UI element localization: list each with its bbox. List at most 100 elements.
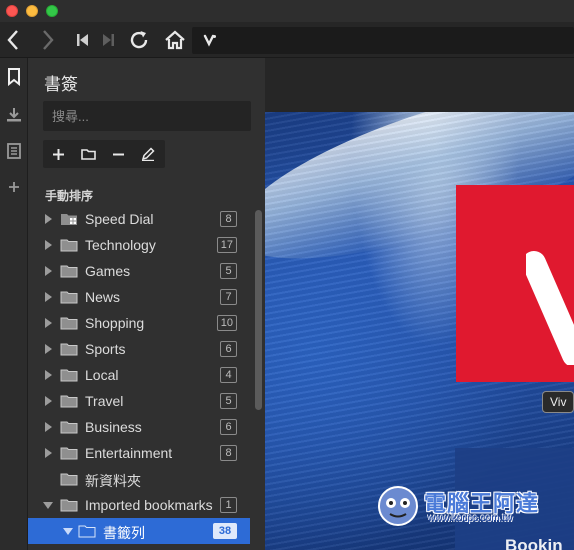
bookmark-folder-label: Imported bookmarks bbox=[85, 497, 213, 513]
expand-arrow-down-icon[interactable] bbox=[43, 502, 53, 509]
expand-arrow-right-icon[interactable] bbox=[45, 448, 52, 458]
folder-icon bbox=[60, 342, 78, 361]
bookmark-folder-row[interactable]: News 7 bbox=[28, 284, 250, 310]
minimize-window-button[interactable] bbox=[26, 5, 38, 17]
sort-mode-label[interactable]: 手動排序 bbox=[45, 187, 93, 204]
folder-icon bbox=[60, 394, 78, 413]
reload-icon bbox=[130, 31, 148, 49]
speed-dial-folder-icon bbox=[60, 212, 78, 231]
bookmark-folder-row[interactable]: Sports 6 bbox=[28, 336, 250, 362]
bookmark-folder-row[interactable]: Shopping 10 bbox=[28, 310, 250, 336]
new-folder-button[interactable] bbox=[73, 140, 103, 168]
address-bar[interactable] bbox=[192, 27, 574, 54]
folder-icon bbox=[60, 316, 78, 335]
folder-icon bbox=[60, 290, 78, 309]
expand-arrow-right-icon[interactable] bbox=[45, 266, 52, 276]
bookmark-folder-row[interactable]: Travel 5 bbox=[28, 388, 250, 414]
site-watermark: 電腦王阿達 www.kocpc.com.tw bbox=[372, 480, 542, 530]
bookmark-actions bbox=[43, 140, 165, 168]
add-bookmark-button[interactable] bbox=[43, 140, 73, 168]
notes-icon bbox=[7, 143, 21, 159]
mascot-logo-icon bbox=[378, 486, 418, 526]
bookmark-folder-label: Shopping bbox=[85, 315, 145, 331]
bookmark-folder-label: 新資料夾 bbox=[85, 473, 141, 489]
forward-icon bbox=[43, 30, 54, 50]
bookmark-count-badge: 38 bbox=[213, 523, 237, 539]
bookmark-folder-row[interactable]: Business 6 bbox=[28, 414, 250, 440]
expand-arrow-down-icon[interactable] bbox=[63, 528, 73, 535]
folder-icon bbox=[60, 498, 78, 517]
home-icon bbox=[165, 30, 185, 50]
fast-forward-button[interactable] bbox=[95, 26, 121, 54]
add-icon bbox=[9, 182, 19, 192]
close-window-button[interactable] bbox=[6, 5, 18, 17]
bookmark-folder-row[interactable]: Entertainment 8 bbox=[28, 440, 250, 466]
rewind-icon bbox=[77, 34, 88, 46]
bookmark-folder-label: 書籤列 bbox=[103, 525, 145, 541]
download-icon bbox=[7, 108, 21, 122]
bookmark-count-badge: 5 bbox=[220, 263, 237, 279]
home-button[interactable] bbox=[162, 26, 188, 54]
bookmark-folder-label: Travel bbox=[85, 393, 124, 409]
navigation-toolbar bbox=[0, 22, 574, 58]
folder-icon bbox=[60, 472, 78, 491]
expand-arrow-right-icon[interactable] bbox=[45, 292, 52, 302]
reload-button[interactable] bbox=[126, 26, 152, 54]
search-input[interactable] bbox=[43, 101, 251, 131]
expand-arrow-right-icon[interactable] bbox=[45, 214, 52, 224]
expand-arrow-right-icon[interactable] bbox=[45, 370, 52, 380]
folder-icon bbox=[60, 264, 78, 283]
bookmark-count-badge: 8 bbox=[220, 211, 237, 227]
bookmark-folder-label: Sports bbox=[85, 341, 126, 357]
folder-icon bbox=[60, 420, 78, 439]
expand-arrow-right-icon[interactable] bbox=[45, 318, 52, 328]
bookmark-count-badge: 1 bbox=[220, 497, 237, 513]
watermark-url: www.kocpc.com.tw bbox=[428, 513, 513, 524]
bookmark-folder-label: Entertainment bbox=[85, 445, 173, 461]
fast-forward-icon bbox=[103, 34, 114, 46]
bookmark-folder-row[interactable]: Games 5 bbox=[28, 258, 250, 284]
bookmark-count-badge: 10 bbox=[216, 315, 237, 331]
bookmark-folder-row[interactable]: 新資料夾 bbox=[28, 466, 250, 492]
bookmark-folder-row[interactable]: 書籤列 38 bbox=[28, 518, 250, 544]
vivaldi-speed-dial-card[interactable] bbox=[456, 185, 574, 382]
add-icon bbox=[52, 148, 64, 160]
expand-arrow-right-icon[interactable] bbox=[45, 344, 52, 354]
bookmark-count-badge: 8 bbox=[220, 445, 237, 461]
add-panel-button[interactable] bbox=[3, 176, 25, 198]
panel-scrollbar[interactable] bbox=[255, 210, 262, 410]
bookmark-search bbox=[43, 101, 251, 131]
speed-dial-tooltip: Viv bbox=[542, 391, 574, 413]
folder-icon bbox=[60, 238, 78, 257]
bookmark-count-badge: 17 bbox=[216, 237, 237, 253]
expand-arrow-right-icon[interactable] bbox=[45, 396, 52, 406]
rewind-button[interactable] bbox=[70, 26, 96, 54]
bookmark-folder-row[interactable]: Imported bookmarks 1 bbox=[28, 492, 250, 518]
folder-icon bbox=[60, 368, 78, 387]
bookmarks-panel: 書簽 手動排序 Speed Dial8Technology17Games5New… bbox=[28, 58, 265, 550]
zoom-window-button[interactable] bbox=[46, 5, 58, 17]
bookmark-folder-row[interactable]: Speed Dial 8 bbox=[28, 206, 250, 232]
edit-icon bbox=[141, 147, 155, 161]
bookmark-count-badge: 7 bbox=[220, 289, 237, 305]
expand-arrow-right-icon[interactable] bbox=[45, 240, 52, 250]
folder-icon bbox=[60, 446, 78, 465]
back-button[interactable] bbox=[0, 26, 26, 54]
notes-panel-button[interactable] bbox=[3, 140, 25, 162]
bookmarks-panel-button[interactable] bbox=[3, 66, 25, 88]
remove-bookmark-button[interactable] bbox=[103, 140, 133, 168]
bookmark-folder-row[interactable]: Local 4 bbox=[28, 362, 250, 388]
web-content: Bookin Viv bbox=[265, 58, 574, 550]
vivaldi-logo-icon bbox=[526, 251, 574, 365]
edit-bookmark-button[interactable] bbox=[133, 140, 163, 168]
bookmark-folder-label: Games bbox=[85, 263, 131, 279]
forward-button[interactable] bbox=[35, 26, 61, 54]
bookmark-count-badge: 6 bbox=[220, 341, 237, 357]
bookmark-count-badge: 4 bbox=[220, 367, 237, 383]
downloads-panel-button[interactable] bbox=[3, 104, 25, 126]
folder-icon bbox=[78, 524, 96, 543]
bookmark-folder-label: Local bbox=[85, 367, 119, 383]
bookmark-folder-row[interactable]: Technology 17 bbox=[28, 232, 250, 258]
bookmark-count-badge: 6 bbox=[220, 419, 237, 435]
expand-arrow-right-icon[interactable] bbox=[45, 422, 52, 432]
